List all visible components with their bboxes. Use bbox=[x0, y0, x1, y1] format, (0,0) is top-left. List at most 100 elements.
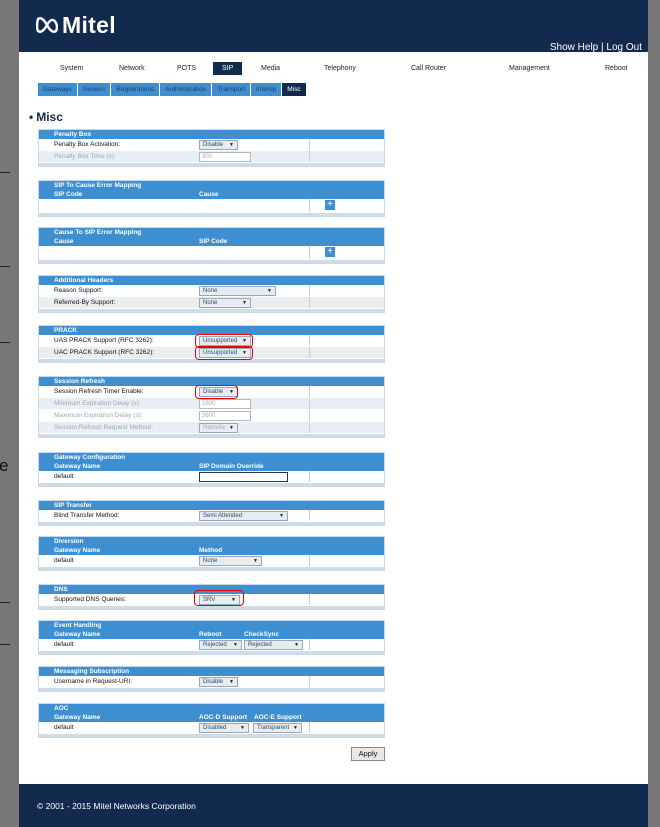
tab-registrations[interactable]: Registrations bbox=[111, 83, 160, 96]
tab-misc[interactable]: Misc bbox=[282, 83, 306, 96]
column-divider bbox=[309, 398, 310, 409]
apply-button[interactable]: Apply bbox=[351, 747, 385, 761]
nav-item-system[interactable]: System bbox=[60, 65, 83, 72]
max-expiration-input[interactable]: 3600 bbox=[199, 411, 251, 421]
nav-item-call-router[interactable]: Call Router bbox=[411, 65, 446, 72]
add-icon[interactable]: + bbox=[325, 200, 335, 210]
row-label: Minimum Expiration Delay (s): bbox=[54, 400, 141, 407]
section-footer bbox=[39, 309, 384, 312]
bullet-icon: • bbox=[29, 110, 34, 124]
nav-item-telephony[interactable]: Telephony bbox=[324, 65, 356, 72]
gateway-name: default bbox=[54, 724, 74, 731]
highlight-outline bbox=[195, 385, 238, 399]
aoc-d-select[interactable]: Disabled ▼ bbox=[199, 723, 249, 733]
checksync-select[interactable]: Rejected ▼ bbox=[244, 640, 303, 650]
column-divider bbox=[309, 199, 310, 212]
section-footer bbox=[39, 260, 384, 263]
dropdown-arrow-icon: ▼ bbox=[233, 642, 238, 648]
penalty-box-time-row: Penalty Box Time (s): 300 bbox=[39, 151, 384, 163]
section-title: SIP To Cause Error Mapping bbox=[39, 181, 384, 190]
column-divider bbox=[309, 510, 310, 521]
nav-item-management[interactable]: Management bbox=[509, 65, 550, 72]
refresh-method-row: Session Refresh Request Method: ReInvite… bbox=[39, 422, 384, 434]
section-event-handling: Event Handling Gateway Name Reboot CheckSy… bbox=[38, 620, 385, 655]
empty-row: + bbox=[39, 199, 384, 213]
sub-nav: Gateways Servers Registrations Authentic… bbox=[38, 83, 307, 96]
highlight-outline bbox=[195, 346, 253, 360]
dropdown-arrow-icon: ▼ bbox=[240, 725, 245, 731]
tab-authentication[interactable]: Authentication bbox=[160, 83, 212, 96]
nav-item-network[interactable]: Network bbox=[119, 65, 145, 72]
column-header: Method bbox=[199, 547, 223, 554]
column-divider bbox=[309, 335, 310, 346]
column-divider bbox=[309, 639, 310, 650]
dropdown-arrow-icon: ▼ bbox=[279, 513, 284, 519]
select-value: Rejected bbox=[203, 642, 227, 648]
section-title: Diversion bbox=[39, 537, 384, 546]
column-divider bbox=[309, 151, 310, 162]
select-value: ReInvite bbox=[203, 425, 226, 431]
section-title: AOC bbox=[39, 704, 384, 713]
sip-domain-override-input[interactable] bbox=[199, 472, 288, 482]
section-footer bbox=[39, 213, 384, 216]
nav-item-sip[interactable]: SIP bbox=[213, 62, 243, 75]
penalty-box-time-input[interactable]: 300 bbox=[199, 152, 251, 162]
section-sip-transfer: SIP Transfer Blind Transfer Method: Semi… bbox=[38, 500, 385, 526]
tab-interop[interactable]: Interop bbox=[251, 83, 282, 96]
table-row: default Rejected ▼ Rejected ▼ bbox=[39, 639, 384, 651]
dropdown-arrow-icon: ▼ bbox=[267, 288, 272, 294]
aoc-e-select[interactable]: Transparent ▼ bbox=[253, 723, 302, 733]
refresh-method-select[interactable]: ReInvite ▼ bbox=[199, 423, 238, 433]
max-expiration-row: Maximum Expiration Delay (s): 3600 bbox=[39, 410, 384, 422]
column-header: Gateway Name bbox=[54, 463, 101, 470]
gateway-name: default bbox=[54, 473, 74, 480]
section-title: Penalty Box bbox=[39, 130, 384, 139]
row-label: UAC PRACK Support (RFC 3262): bbox=[54, 349, 155, 356]
main-nav: System Network POTS SIP Media Telephony … bbox=[19, 60, 648, 78]
section-footer bbox=[39, 434, 384, 437]
section-additional-headers: Additional Headers Reason Support: None ▼… bbox=[38, 275, 385, 313]
column-divider bbox=[309, 347, 310, 358]
reason-support-row: Reason Support: None ▼ bbox=[39, 285, 384, 297]
column-header: AOC-E Support bbox=[254, 714, 302, 721]
penalty-box-activation-select[interactable]: Disable ▼ bbox=[199, 140, 238, 150]
reason-support-select[interactable]: None ▼ bbox=[199, 286, 276, 296]
reboot-select[interactable]: Rejected ▼ bbox=[199, 640, 242, 650]
column-divider bbox=[309, 722, 310, 733]
column-headers: Gateway Name Method bbox=[39, 546, 384, 555]
row-label: UAS PRACK Support (RFC 3262): bbox=[54, 337, 154, 344]
column-header: AOC-D Support bbox=[199, 714, 248, 721]
section-diversion: Diversion Gateway Name Method default Non… bbox=[38, 536, 385, 571]
select-value: Rejected bbox=[248, 642, 272, 648]
tab-gateways[interactable]: Gateways bbox=[38, 83, 77, 96]
table-row: default None ▼ bbox=[39, 555, 384, 567]
tab-servers[interactable]: Servers bbox=[77, 83, 111, 96]
blind-transfer-select[interactable]: Semi Attended ▼ bbox=[199, 511, 288, 521]
row-label: Maximum Expiration Delay (s): bbox=[54, 412, 143, 419]
tab-transport[interactable]: Transport bbox=[212, 83, 251, 96]
edge-line bbox=[0, 602, 10, 603]
column-headers: SIP Code Cause bbox=[39, 190, 384, 199]
nav-item-pots[interactable]: POTS bbox=[177, 65, 196, 72]
header-bar: Mitel Show Help | Log Out bbox=[19, 0, 648, 53]
column-divider bbox=[309, 386, 310, 397]
nav-item-reboot[interactable]: Reboot bbox=[605, 65, 628, 72]
log-out-link[interactable]: Log Out bbox=[606, 42, 642, 53]
column-divider bbox=[309, 422, 310, 433]
section-footer bbox=[39, 606, 384, 609]
nav-item-media[interactable]: Media bbox=[261, 65, 280, 72]
referred-by-select[interactable]: None ▼ bbox=[199, 298, 251, 308]
section-gateway-configuration: Gateway Configuration Gateway Name SIP Do… bbox=[38, 452, 385, 487]
show-help-link[interactable]: Show Help bbox=[550, 42, 598, 53]
row-label: Blind Transfer Method: bbox=[54, 512, 120, 519]
select-value: None bbox=[203, 300, 218, 306]
add-icon[interactable]: + bbox=[325, 247, 335, 257]
select-value: Disable bbox=[203, 679, 224, 685]
copyright-text: © 2001 - 2015 Mitel Networks Corporation bbox=[37, 801, 196, 811]
select-value: None bbox=[203, 558, 218, 564]
column-divider bbox=[309, 285, 310, 296]
min-expiration-input[interactable]: 1800 bbox=[199, 399, 251, 409]
diversion-method-select[interactable]: None ▼ bbox=[199, 556, 262, 566]
min-expiration-row: Minimum Expiration Delay (s): 1800 bbox=[39, 398, 384, 410]
username-uri-select[interactable]: Disable ▼ bbox=[199, 677, 238, 687]
